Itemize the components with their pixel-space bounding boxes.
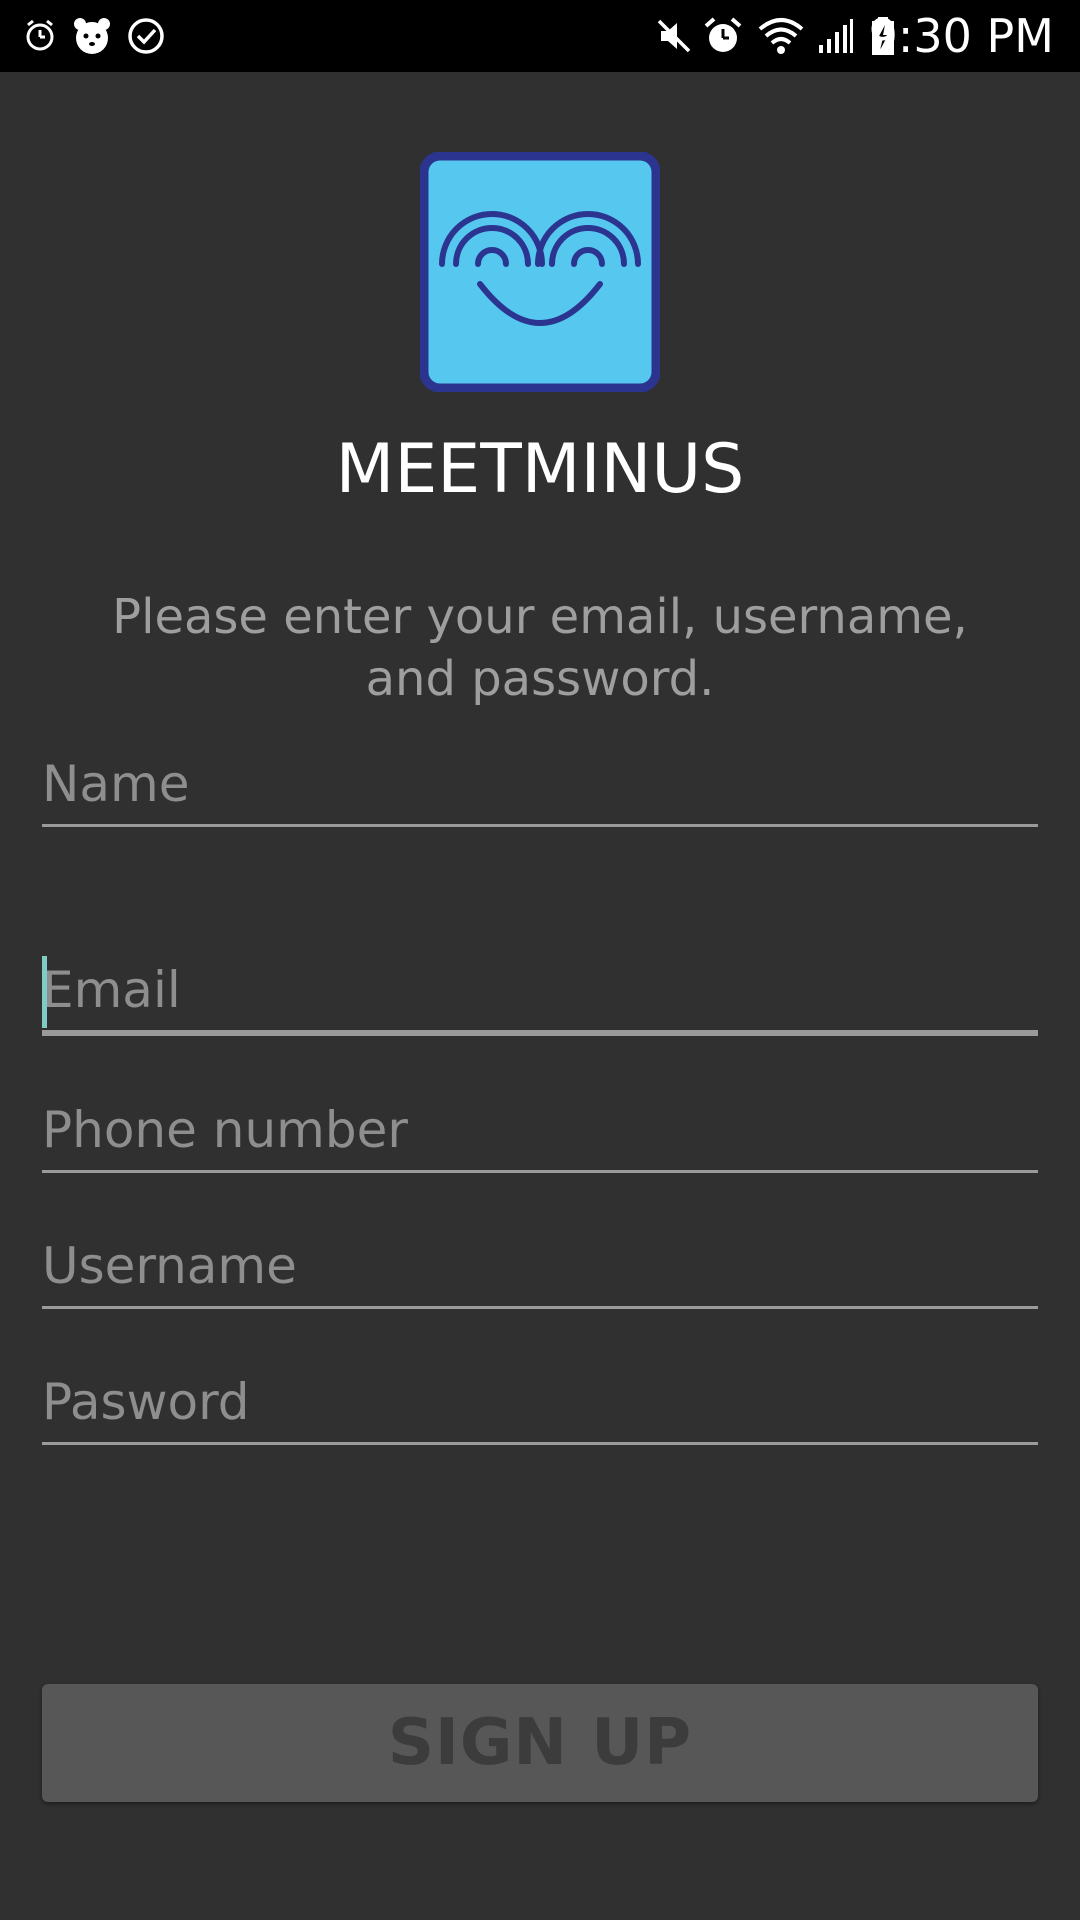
bear-icon	[70, 14, 114, 58]
text-cursor	[42, 956, 47, 1028]
name-input[interactable]	[42, 744, 1038, 824]
wifi-icon	[758, 14, 804, 58]
mute-icon	[654, 14, 694, 58]
alarm-clock-icon	[22, 14, 58, 58]
check-circle-icon	[126, 14, 166, 58]
status-bar: 9:30 PM	[0, 0, 1080, 72]
alarm-icon	[702, 14, 744, 58]
username-underline	[42, 1306, 1038, 1309]
name-field	[42, 744, 1038, 827]
phone-underline	[42, 1170, 1038, 1173]
instructions-text: Please enter your email, username, and p…	[112, 589, 968, 707]
email-field	[42, 950, 1038, 1036]
password-input[interactable]	[42, 1362, 1038, 1442]
app-logo	[419, 151, 661, 393]
sign-up-button[interactable]: SIGN UP	[42, 1684, 1038, 1802]
signup-screen: MEETMINUS Please enter your email, usern…	[0, 72, 1080, 1920]
name-underline	[42, 824, 1038, 827]
status-time: 9:30 PM	[868, 9, 1054, 63]
username-field	[42, 1226, 1038, 1309]
password-field	[42, 1362, 1038, 1445]
phone-field	[42, 1090, 1038, 1173]
app-title: MEETMINUS	[335, 430, 745, 509]
phone-input[interactable]	[42, 1090, 1038, 1170]
email-input[interactable]	[42, 950, 1038, 1030]
signal-icon	[816, 14, 856, 58]
username-input[interactable]	[42, 1226, 1038, 1306]
email-underline	[42, 1030, 1038, 1036]
password-underline	[42, 1442, 1038, 1445]
